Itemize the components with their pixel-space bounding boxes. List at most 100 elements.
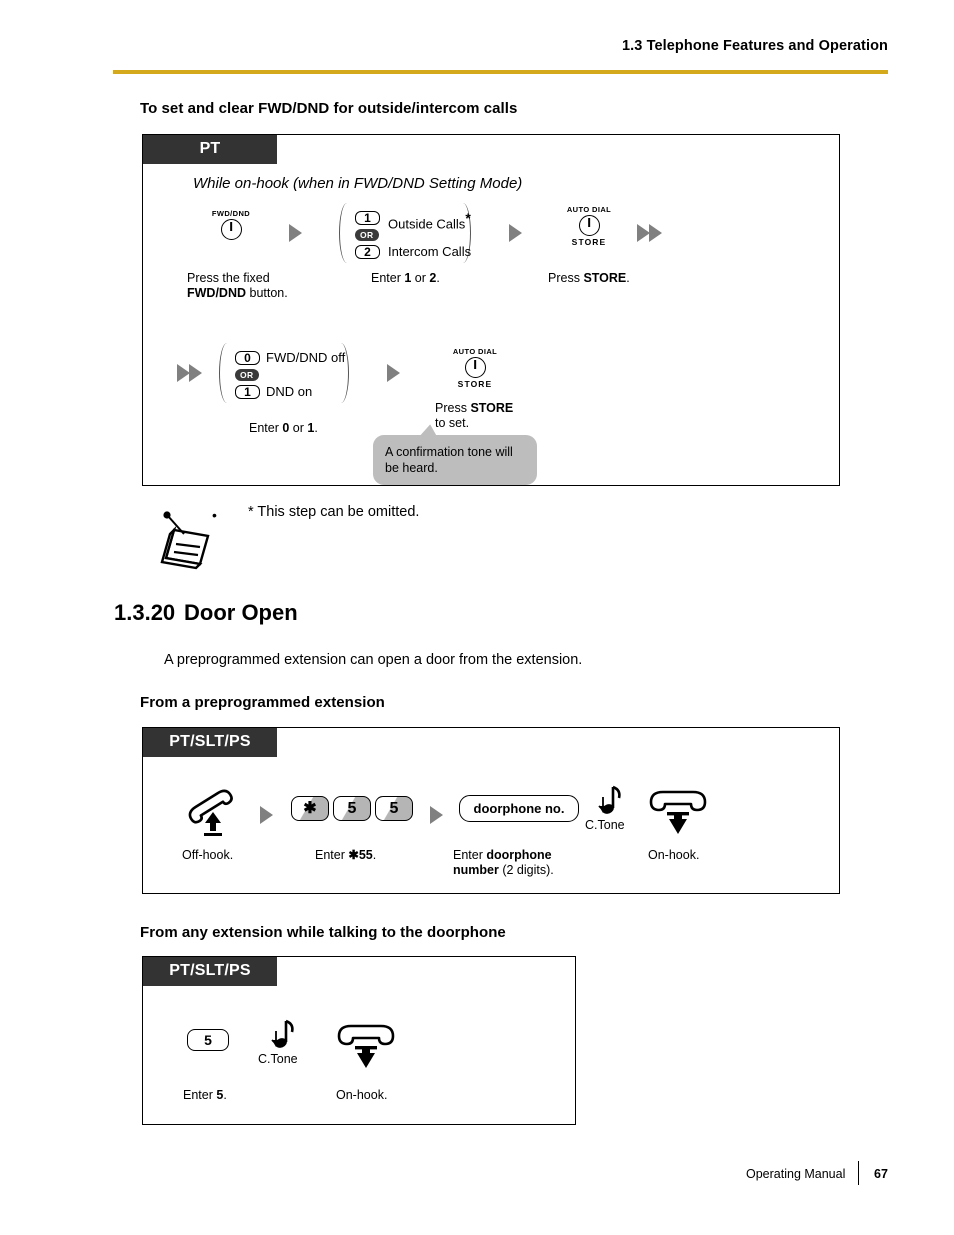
header-rule bbox=[113, 70, 888, 74]
doorphone-caption-bold1: doorphone bbox=[486, 848, 552, 862]
pt-box-subtitle: While on-hook (when in FWD/DND Setting M… bbox=[193, 175, 523, 192]
footer-manual: Operating Manual bbox=[746, 1167, 846, 1181]
confirmation-bubble: A confirmation tone will be heard. bbox=[373, 435, 537, 485]
step4-caption: Enter 0 or 1. bbox=[249, 421, 318, 436]
flow-arrow-5 bbox=[387, 364, 400, 382]
option-2-label: Intercom Calls bbox=[388, 244, 472, 259]
offhook-caption: Off-hook. bbox=[182, 848, 234, 862]
note-text: * This step can be omitted. bbox=[248, 504, 420, 520]
section-number: 1.3.20 bbox=[114, 600, 176, 625]
store-label: STORE bbox=[571, 237, 607, 247]
step4-caption-prefix: Enter bbox=[249, 421, 283, 435]
onhook-caption: On-hook. bbox=[648, 848, 700, 862]
round-button-glyph bbox=[464, 357, 486, 378]
enter-55-prefix: Enter bbox=[315, 848, 349, 862]
page-header: 1.3 Telephone Features and Operation bbox=[0, 0, 954, 82]
or-badge-2: OR bbox=[235, 369, 259, 381]
ctone-label-2: C.Tone bbox=[258, 1052, 298, 1066]
flow-arrow-2 bbox=[509, 224, 522, 242]
bubble-line1: A confirmation tone will bbox=[385, 445, 513, 459]
option-1-asterisk: * bbox=[465, 210, 471, 226]
fwd-dnd-button-label: FWD/DND bbox=[211, 209, 251, 218]
ptsltps-procedure-box-1: PT/SLT/PS Off-hook. ✱ 5 5 Enter ✱55. doo… bbox=[142, 727, 840, 894]
offhook-handset-svg bbox=[188, 789, 233, 836]
doorphone-no-pill: doorphone no. bbox=[459, 795, 579, 822]
step3-caption-prefix: Press bbox=[548, 271, 584, 285]
round-button-glyph bbox=[578, 215, 600, 236]
enter-55-bold: ✱55 bbox=[348, 848, 373, 862]
tone-note-svg bbox=[598, 785, 621, 814]
footer-separator bbox=[858, 1161, 860, 1185]
onhook-caption-2: On-hook. bbox=[336, 1088, 388, 1102]
onhook-handset-icon bbox=[645, 786, 711, 838]
enter-55-suffix: . bbox=[372, 848, 377, 862]
doorphone-caption-prefix: Enter bbox=[453, 848, 487, 862]
key-option-1: 1 bbox=[355, 211, 380, 225]
step1-caption-rest: button. bbox=[246, 286, 288, 300]
option-brace-left bbox=[339, 203, 355, 263]
step1-caption: Press the fixed FWD/DND button. bbox=[187, 271, 288, 301]
section-title: Door Open bbox=[184, 600, 298, 625]
onhook-handset-svg bbox=[649, 790, 707, 834]
ctone-label: C.Tone bbox=[585, 818, 625, 832]
option-0-label: FWD/DND off bbox=[266, 350, 346, 365]
step1-caption-bold: FWD/DND bbox=[187, 286, 247, 300]
ptsltps-box-tag-2: PT/SLT/PS bbox=[143, 957, 277, 986]
step5-caption: Press STORE to set. bbox=[435, 401, 513, 431]
bubble-line2: be heard. bbox=[385, 461, 438, 475]
step5-caption-bold: STORE bbox=[470, 401, 514, 415]
option-1b-label: DND on bbox=[266, 384, 313, 399]
step2-caption-prefix: Enter bbox=[371, 271, 405, 285]
auto-dial-store-icon-2: AUTO DIAL STORE bbox=[435, 347, 515, 389]
auto-dial-label-2: AUTO DIAL bbox=[452, 347, 498, 356]
tone-note-icon-2 bbox=[268, 1017, 298, 1051]
option-brace-left-2 bbox=[219, 343, 235, 403]
step4-caption-suffix: . bbox=[314, 421, 318, 435]
note-bullet: • bbox=[212, 507, 217, 523]
auto-dial-store-icon: AUTO DIAL STORE bbox=[549, 205, 629, 247]
pt-procedure-box: PT While on-hook (when in FWD/DND Settin… bbox=[142, 134, 840, 486]
key-option-1b: 1 bbox=[235, 385, 260, 399]
ptsltps-box-tag-1: PT/SLT/PS bbox=[143, 728, 277, 757]
page-title: 1.3.20 Door Open bbox=[114, 600, 298, 626]
offhook-handset-icon bbox=[183, 786, 245, 838]
footer-page-number: 67 bbox=[874, 1167, 888, 1181]
key-option-2: 2 bbox=[355, 245, 380, 259]
flow-arrow-1 bbox=[289, 224, 302, 242]
enter-5-caption: Enter 5. bbox=[183, 1088, 227, 1103]
key-five-single: 5 bbox=[187, 1029, 229, 1051]
step2-caption-mid: or bbox=[411, 271, 430, 285]
key-option-0: 0 bbox=[235, 351, 260, 365]
fwd-dnd-button-icon: FWD/DND bbox=[193, 209, 269, 241]
step3-caption-suffix: . bbox=[626, 271, 630, 285]
key-asterisk: ✱ bbox=[291, 796, 329, 821]
notepad-pen-icon bbox=[158, 508, 214, 570]
doorphone-caption-bold2: number bbox=[453, 863, 499, 877]
key-five-a: 5 bbox=[333, 796, 371, 821]
onhook-handset-icon-2 bbox=[333, 1020, 399, 1072]
enter-5-suffix: . bbox=[223, 1088, 227, 1102]
step4-caption-mid: or bbox=[289, 421, 308, 435]
key-five-b: 5 bbox=[375, 796, 413, 821]
option-1-text: Outside Calls bbox=[388, 216, 466, 232]
flow-arrow-d2 bbox=[430, 806, 443, 824]
flow-arrow-3b bbox=[649, 224, 662, 242]
enter-55-caption: Enter ✱55. bbox=[315, 848, 376, 863]
header-title: 1.3 Telephone Features and Operation bbox=[621, 38, 888, 54]
step2-caption-suffix: . bbox=[436, 271, 440, 285]
onhook-handset-svg-2 bbox=[337, 1024, 395, 1068]
round-button-glyph bbox=[220, 219, 242, 240]
enter-5-prefix: Enter bbox=[183, 1088, 217, 1102]
step5-caption-prefix: Press bbox=[435, 401, 471, 415]
ptsltps-procedure-box-2: PT/SLT/PS 5 Enter 5. C.Tone On-hook. bbox=[142, 956, 576, 1125]
sub1-heading: From a preprogrammed extension bbox=[140, 694, 385, 711]
store-label-2: STORE bbox=[457, 379, 493, 389]
sub2-heading: From any extension while talking to the … bbox=[140, 924, 506, 941]
step3-caption-bold: STORE bbox=[583, 271, 627, 285]
tone-note-icon bbox=[595, 783, 625, 817]
doorphone-caption-rest: (2 digits). bbox=[498, 863, 554, 877]
or-badge-1: OR bbox=[355, 229, 379, 241]
flow-arrow-d1 bbox=[260, 806, 273, 824]
notepad-pen-svg bbox=[160, 511, 210, 570]
auto-dial-label: AUTO DIAL bbox=[566, 205, 612, 214]
